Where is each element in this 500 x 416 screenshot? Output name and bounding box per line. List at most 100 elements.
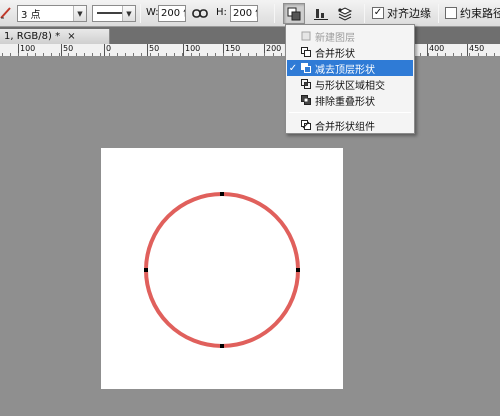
ruler-tick bbox=[100, 53, 101, 56]
ruler-tick bbox=[248, 53, 249, 56]
menu-item-label: 减去顶层形状 bbox=[315, 64, 375, 76]
ruler-tick bbox=[240, 53, 241, 56]
ruler-tick bbox=[199, 53, 200, 56]
ruler-tick bbox=[76, 53, 77, 56]
ruler-tick bbox=[273, 53, 274, 56]
anchor-point-top[interactable] bbox=[220, 192, 224, 196]
ruler-tick bbox=[281, 53, 282, 56]
toolbar-divider bbox=[364, 4, 365, 23]
ruler-tick bbox=[150, 53, 151, 56]
ruler-tick bbox=[92, 53, 93, 56]
ruler-label: 50 bbox=[149, 44, 160, 53]
height-label: H: bbox=[216, 7, 227, 18]
path-arrangement-button[interactable] bbox=[334, 3, 356, 24]
ruler-label: 100 bbox=[20, 44, 36, 53]
document-tab[interactable]: 1, RGB/8) * × bbox=[0, 29, 110, 44]
menu-item-intersect-shape[interactable]: 与形状区域相交 bbox=[287, 76, 413, 92]
menu-item-new-layer[interactable]: 新建图层 bbox=[287, 28, 413, 44]
ruler-tick bbox=[174, 53, 175, 56]
options-bar: 3 点 ▼ ▼ W: 200 像 H: 200 像 bbox=[0, 0, 500, 27]
horizontal-ruler: 100 50 0 50 100 150 200 250 300 350 400 … bbox=[0, 44, 500, 57]
path-operations-menu: 新建图层 合并形状 ✓ 减去顶层形状 与形状区域相交 排除重叠形状 合并形状组件 bbox=[285, 24, 415, 134]
menu-item-label: 合并形状组件 bbox=[315, 121, 375, 133]
close-icon[interactable]: × bbox=[67, 31, 75, 42]
intersect-shape-icon bbox=[301, 79, 311, 89]
menu-item-label: 新建图层 bbox=[315, 32, 355, 44]
anchor-point-bottom[interactable] bbox=[220, 344, 224, 348]
anchor-point-right[interactable] bbox=[296, 268, 300, 272]
width-input[interactable]: 200 像 bbox=[158, 5, 186, 22]
toolbar-divider bbox=[274, 4, 275, 23]
ruler-tick bbox=[59, 53, 60, 56]
stroke-type-select[interactable]: ▼ bbox=[92, 5, 136, 22]
shape-layer bbox=[144, 192, 300, 348]
menu-item-merge-components[interactable]: 合并形状组件 bbox=[287, 117, 413, 133]
stroke-width-select[interactable]: 3 点 ▼ bbox=[17, 5, 87, 22]
path-alignment-button[interactable] bbox=[310, 3, 332, 24]
stroke-width-value: 3 点 bbox=[21, 10, 41, 21]
checkbox-empty-icon[interactable] bbox=[445, 7, 457, 19]
path-operations-button[interactable] bbox=[283, 3, 305, 24]
ruler-tick bbox=[264, 53, 265, 56]
chevron-down-icon[interactable]: ▼ bbox=[122, 6, 135, 21]
height-input[interactable]: 200 像 bbox=[230, 5, 258, 22]
subtract-front-shape-icon bbox=[301, 63, 311, 73]
ruler-tick bbox=[215, 53, 216, 56]
width-label: W: bbox=[146, 7, 159, 18]
checkmark-icon: ✓ bbox=[288, 62, 298, 74]
ruler-tick bbox=[27, 53, 28, 56]
constrain-path-checkbox[interactable]: 约束路径 bbox=[445, 5, 500, 21]
ruler-label: 150 bbox=[225, 44, 241, 53]
menu-item-combine-shapes[interactable]: 合并形状 bbox=[287, 44, 413, 60]
ruler-tick bbox=[453, 53, 454, 56]
align-edges-label: 对齐边缘 bbox=[387, 7, 431, 20]
checkmark-icon[interactable]: ✓ bbox=[372, 7, 384, 19]
align-edges-checkbox[interactable]: ✓ 对齐边缘 bbox=[372, 5, 431, 21]
ruler-tick bbox=[51, 53, 52, 56]
ruler-tick bbox=[166, 53, 167, 56]
ruler-tick bbox=[117, 53, 118, 56]
ruler-tick bbox=[223, 53, 224, 56]
toolbar-divider bbox=[140, 4, 141, 23]
ruler-tick bbox=[84, 53, 85, 56]
circle-path[interactable] bbox=[144, 192, 300, 348]
new-layer-icon bbox=[301, 31, 311, 41]
menu-item-label: 合并形状 bbox=[315, 48, 355, 60]
ruler-tick bbox=[461, 53, 462, 56]
ruler-tick bbox=[10, 53, 11, 56]
ruler-label: 450 bbox=[469, 44, 485, 53]
ruler-tick bbox=[2, 53, 3, 56]
ruler-tick bbox=[428, 53, 429, 56]
ruler-tick bbox=[141, 53, 142, 56]
toolbar-divider bbox=[438, 4, 439, 23]
menu-item-subtract-front-shape[interactable]: ✓ 减去顶层形状 bbox=[287, 60, 413, 76]
document-tab-strip: 1, RGB/8) * × bbox=[0, 27, 500, 44]
ruler-tick bbox=[256, 53, 257, 56]
ruler-tick bbox=[68, 53, 69, 56]
link-icon[interactable] bbox=[192, 8, 208, 19]
arrange-stack-icon bbox=[337, 6, 353, 21]
ruler-tick bbox=[182, 53, 183, 56]
anchor-point-left[interactable] bbox=[144, 268, 148, 272]
merge-components-icon bbox=[301, 120, 311, 130]
stroke-line-preview bbox=[93, 8, 122, 19]
ruler-tick bbox=[469, 53, 470, 56]
ruler-tick bbox=[109, 53, 110, 56]
document-tab-label: 1, RGB/8) * bbox=[4, 31, 61, 42]
constrain-path-label: 约束路径 bbox=[460, 7, 500, 20]
ruler-label: 50 bbox=[63, 44, 74, 53]
exclude-overlap-icon bbox=[301, 95, 311, 105]
ruler-tick bbox=[191, 53, 192, 56]
combine-shapes-icon bbox=[301, 47, 311, 57]
ruler-tick bbox=[420, 53, 421, 56]
stroke-color-icon[interactable] bbox=[0, 6, 12, 20]
ruler-label: 200 bbox=[266, 44, 282, 53]
document-canvas[interactable] bbox=[101, 148, 343, 389]
ruler-tick bbox=[133, 53, 134, 56]
align-bottom-icon bbox=[314, 8, 328, 20]
ruler-tick bbox=[35, 53, 36, 56]
ruler-tick bbox=[437, 53, 438, 56]
menu-item-exclude-overlap[interactable]: 排除重叠形状 bbox=[287, 92, 413, 108]
chevron-down-icon[interactable]: ▼ bbox=[73, 6, 86, 21]
menu-item-label: 排除重叠形状 bbox=[315, 96, 375, 108]
